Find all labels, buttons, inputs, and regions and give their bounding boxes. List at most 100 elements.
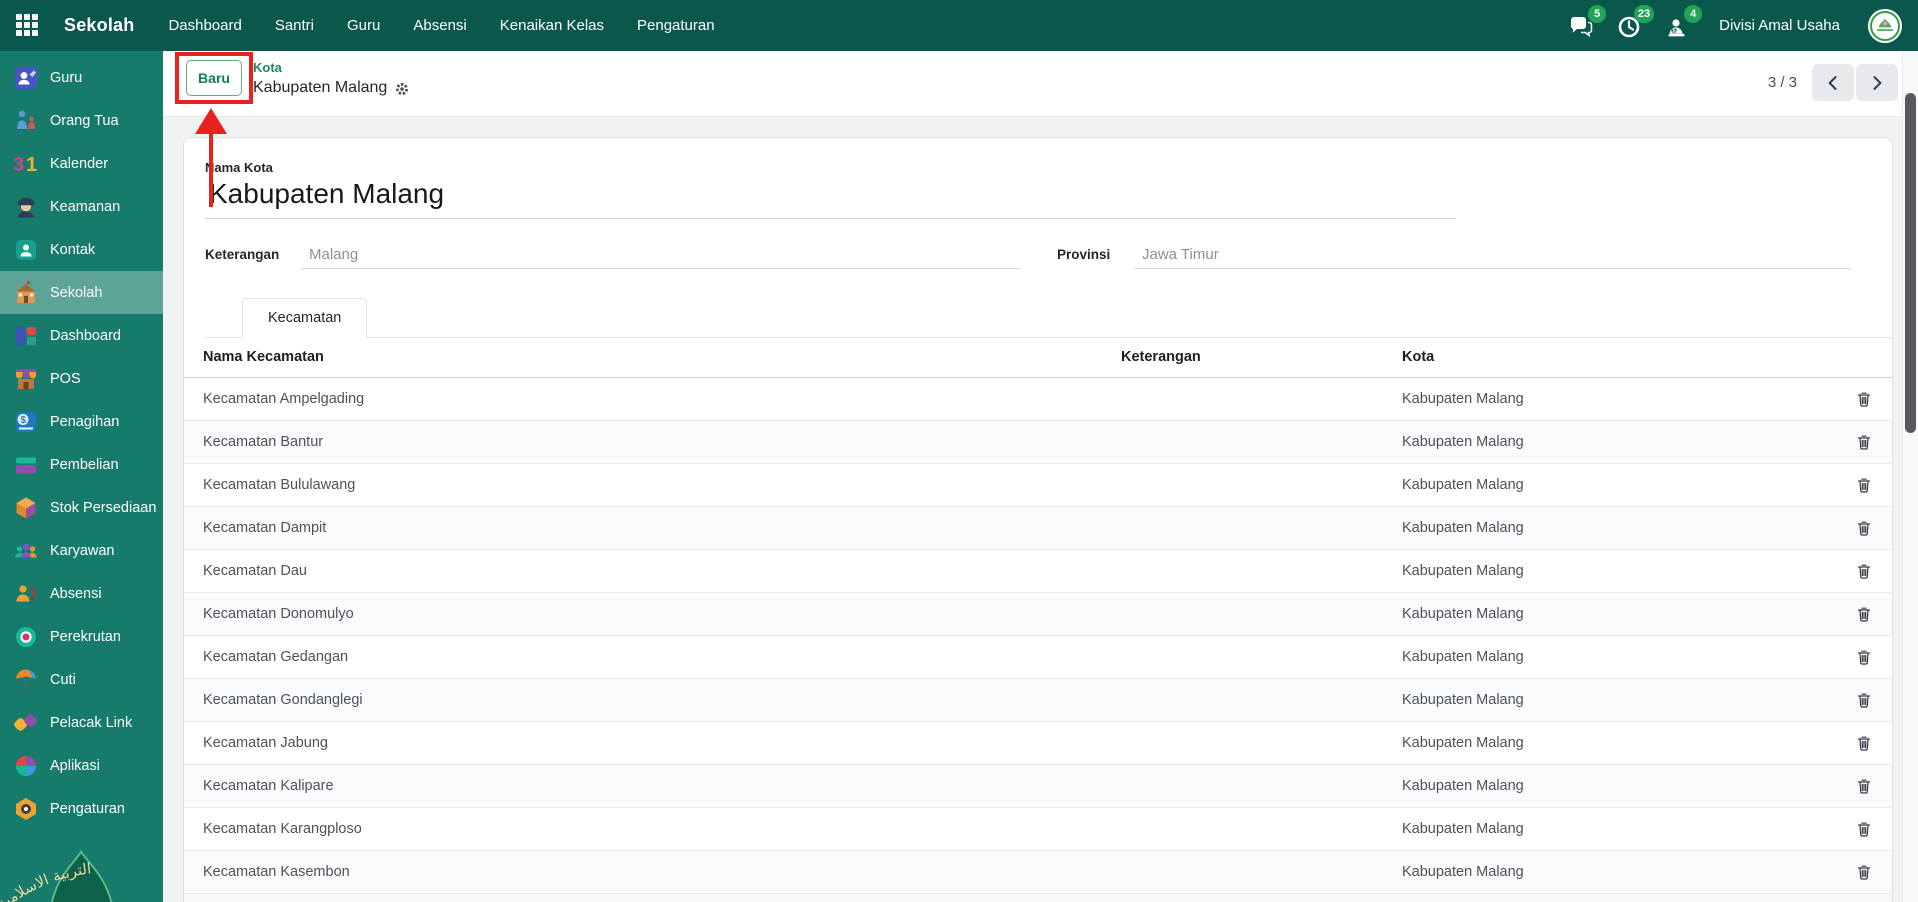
delete-row-button[interactable] bbox=[1852, 430, 1876, 454]
table-row[interactable]: Kecamatan Dampit Kabupaten Malang bbox=[184, 506, 1892, 550]
cell-nama-kecamatan: Kecamatan Jabung bbox=[184, 721, 1121, 765]
vertical-scrollbar[interactable] bbox=[1902, 51, 1918, 902]
recruitment-icon bbox=[13, 624, 39, 650]
pager-next-button[interactable] bbox=[1856, 64, 1898, 101]
delete-row-button[interactable] bbox=[1852, 387, 1876, 411]
top-menu-guru[interactable]: Guru bbox=[347, 17, 380, 34]
content-area: Nama Kota Keterangan Provinsi Kecamatan bbox=[163, 117, 1902, 902]
cell-nama-kecamatan: Kecamatan Dau bbox=[184, 549, 1121, 593]
cell-nama-kecamatan: Kecamatan Donomulyo bbox=[184, 592, 1121, 636]
kecamatan-table: Nama Kecamatan Keterangan Kota Kecamatan… bbox=[184, 338, 1892, 894]
sidebar-item-pengaturan[interactable]: Pengaturan bbox=[0, 787, 163, 830]
delete-row-button[interactable] bbox=[1852, 817, 1876, 841]
sidebar-item-stok-persediaan[interactable]: Stok Persediaan bbox=[0, 486, 163, 529]
scrollbar-thumb[interactable] bbox=[1905, 93, 1916, 433]
sidebar-item-perekrutan[interactable]: Perekrutan bbox=[0, 615, 163, 658]
delete-row-button[interactable] bbox=[1852, 473, 1876, 497]
cell-keterangan bbox=[1121, 764, 1402, 808]
apps-icon bbox=[13, 753, 39, 779]
cell-keterangan bbox=[1121, 463, 1402, 507]
delete-row-button[interactable] bbox=[1852, 731, 1876, 755]
cell-kota: Kabupaten Malang bbox=[1402, 807, 1836, 851]
cell-nama-kecamatan: Kecamatan Gedangan bbox=[184, 635, 1121, 679]
top-menu-absensi[interactable]: Absensi bbox=[413, 17, 466, 34]
sidebar-item-label: POS bbox=[50, 370, 81, 387]
cell-nama-kecamatan: Kecamatan Bululawang bbox=[184, 463, 1121, 507]
table-row[interactable]: Kecamatan Ampelgading Kabupaten Malang bbox=[184, 377, 1892, 421]
table-row[interactable]: Kecamatan Bantur Kabupaten Malang bbox=[184, 420, 1892, 464]
sidebar-item-absensi[interactable]: Absensi bbox=[0, 572, 163, 615]
sidebar-item-label: Kontak bbox=[50, 241, 96, 258]
sidebar-item-cuti[interactable]: Cuti bbox=[0, 658, 163, 701]
table-row[interactable]: Kecamatan Jabung Kabupaten Malang bbox=[184, 721, 1892, 765]
cell-nama-kecamatan: Kecamatan Karangploso bbox=[184, 807, 1121, 851]
sidebar-item-orang-tua[interactable]: Orang Tua bbox=[0, 99, 163, 142]
cell-kota: Kabupaten Malang bbox=[1402, 549, 1836, 593]
sidebar-item-penagihan[interactable]: $ Penagihan bbox=[0, 400, 163, 443]
sidebar-item-keamanan[interactable]: Keamanan bbox=[0, 185, 163, 228]
sidebar-item-dashboard[interactable]: Dashboard bbox=[0, 314, 163, 357]
sidebar-item-sekolah[interactable]: Sekolah bbox=[0, 271, 163, 314]
table-row[interactable]: Kecamatan Kalipare Kabupaten Malang bbox=[184, 764, 1892, 808]
pager-previous-button[interactable] bbox=[1812, 64, 1854, 101]
column-header-nama-kecamatan[interactable]: Nama Kecamatan bbox=[184, 338, 1121, 378]
delete-row-button[interactable] bbox=[1852, 516, 1876, 540]
keterangan-field-input[interactable] bbox=[301, 246, 1021, 269]
cell-nama-kecamatan: Kecamatan Gondanglegi bbox=[184, 678, 1121, 722]
app-title[interactable]: Sekolah bbox=[64, 15, 134, 36]
sidebar-item-kontak[interactable]: Kontak bbox=[0, 228, 163, 271]
top-menu-santri[interactable]: Santri bbox=[275, 17, 314, 34]
sidebar-item-label: Pembelian bbox=[50, 456, 119, 473]
requests-icon[interactable]: $ 4 bbox=[1665, 4, 1703, 39]
teacher-icon bbox=[13, 65, 39, 91]
delete-row-button[interactable] bbox=[1852, 688, 1876, 712]
table-row[interactable]: Kecamatan Dau Kabupaten Malang bbox=[184, 549, 1892, 593]
table-row[interactable]: Kecamatan Gondanglegi Kabupaten Malang bbox=[184, 678, 1892, 722]
gear-icon[interactable] bbox=[394, 81, 410, 97]
table-row[interactable]: Kecamatan Gedangan Kabupaten Malang bbox=[184, 635, 1892, 679]
tab-kecamatan[interactable]: Kecamatan bbox=[242, 298, 368, 338]
sidebar-item-karyawan[interactable]: Karyawan bbox=[0, 529, 163, 572]
column-header-kota[interactable]: Kota bbox=[1402, 338, 1836, 378]
table-row[interactable]: Kecamatan Karangploso Kabupaten Malang bbox=[184, 807, 1892, 851]
table-row[interactable]: Kecamatan Kasembon Kabupaten Malang bbox=[184, 850, 1892, 894]
table-row[interactable]: Kecamatan Donomulyo Kabupaten Malang bbox=[184, 592, 1892, 636]
cell-kota: Kabupaten Malang bbox=[1402, 377, 1836, 421]
user-menu[interactable]: Divisi Amal Usaha bbox=[1719, 17, 1840, 34]
delete-row-button[interactable] bbox=[1852, 602, 1876, 626]
systray: 5 23 $ 4 Divisi Amal Usaha bbox=[1569, 4, 1902, 43]
sidebar-item-aplikasi[interactable]: Aplikasi bbox=[0, 744, 163, 787]
apps-menu-icon[interactable] bbox=[16, 13, 40, 38]
top-menu-dashboard[interactable]: Dashboard bbox=[168, 17, 241, 34]
svg-text:3: 3 bbox=[13, 154, 24, 176]
column-header-keterangan[interactable]: Keterangan bbox=[1121, 338, 1402, 378]
delete-row-button[interactable] bbox=[1852, 645, 1876, 669]
sidebar-item-pos[interactable]: POS bbox=[0, 357, 163, 400]
cell-nama-kecamatan: Kecamatan Dampit bbox=[184, 506, 1121, 550]
provinsi-field-input[interactable] bbox=[1134, 246, 1851, 269]
table-row[interactable]: Kecamatan Bululawang Kabupaten Malang bbox=[184, 463, 1892, 507]
name-field-input[interactable] bbox=[205, 178, 1456, 219]
sidebar-item-kalender[interactable]: 31 Kalender bbox=[0, 142, 163, 185]
sidebar-item-pembelian[interactable]: Pembelian bbox=[0, 443, 163, 486]
delete-row-button[interactable] bbox=[1852, 860, 1876, 884]
breadcrumb-model-link[interactable]: Kota bbox=[253, 60, 410, 76]
sidebar-item-pelacak-link[interactable]: Pelacak Link bbox=[0, 701, 163, 744]
security-icon bbox=[13, 194, 39, 220]
sidebar-item-label: Karyawan bbox=[50, 542, 115, 559]
cell-keterangan bbox=[1121, 506, 1402, 550]
avatar[interactable] bbox=[1868, 8, 1902, 43]
activities-clock-icon[interactable]: 23 bbox=[1617, 4, 1655, 39]
delete-row-button[interactable] bbox=[1852, 559, 1876, 583]
top-menu-kenaikan-kelas[interactable]: Kenaikan Kelas bbox=[500, 17, 604, 34]
sidebar-item-guru[interactable]: Guru bbox=[0, 56, 163, 99]
cell-nama-kecamatan: Kecamatan Ampelgading bbox=[184, 377, 1121, 421]
breadcrumb: Kota Kabupaten Malang bbox=[253, 60, 410, 100]
messages-icon[interactable]: 5 bbox=[1569, 4, 1607, 39]
sidebar-item-label: Stok Persediaan bbox=[50, 499, 157, 516]
parents-icon bbox=[13, 108, 39, 134]
delete-row-button[interactable] bbox=[1852, 774, 1876, 798]
top-menu-pengaturan[interactable]: Pengaturan bbox=[637, 17, 715, 34]
cell-kota: Kabupaten Malang bbox=[1402, 850, 1836, 894]
new-record-button[interactable]: Baru bbox=[186, 60, 242, 96]
